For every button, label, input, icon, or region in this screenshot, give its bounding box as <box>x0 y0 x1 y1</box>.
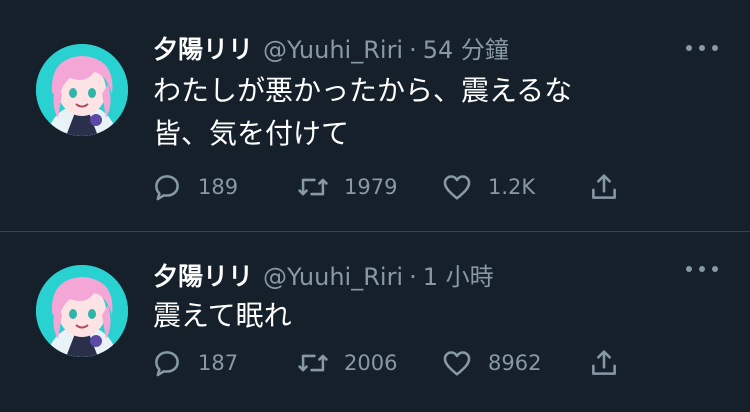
reply-count: 187 <box>198 351 239 375</box>
reply-icon <box>155 351 179 377</box>
avatar[interactable] <box>36 265 128 357</box>
like-button[interactable]: 8962 <box>440 343 541 383</box>
separator: · <box>409 36 417 64</box>
tweet-text-line: 震えて眠れ <box>153 299 292 332</box>
share-button[interactable] <box>587 167 621 207</box>
action-bar: 189 1979 1.2K <box>150 167 630 207</box>
more-icon[interactable] <box>686 41 718 55</box>
share-icon <box>592 350 616 375</box>
like-button[interactable]: 1.2K <box>440 167 535 207</box>
tweet-text: わたしが悪かったから、震えるな 皆、気を付けて <box>153 69 713 155</box>
tweet-text-line: 皆、気を付けて <box>153 117 350 150</box>
tweet-text: 震えて眠れ <box>153 294 713 337</box>
action-bar: 187 2006 8962 <box>150 343 630 383</box>
retweet-button[interactable]: 1979 <box>296 167 397 207</box>
display-name[interactable]: 夕陽リリ <box>153 257 253 293</box>
separator: · <box>409 263 417 291</box>
tweet-header: 夕陽リリ @Yuuhi_Riri · 1 小時 <box>153 257 494 291</box>
reply-icon <box>155 175 179 201</box>
display-name[interactable]: 夕陽リリ <box>153 30 253 66</box>
retweet-count: 2006 <box>344 351 398 375</box>
tweet[interactable]: 夕陽リリ @Yuuhi_Riri · 1 小時 震えて眠れ 187 2006 8… <box>0 232 750 412</box>
share-button[interactable] <box>587 343 621 383</box>
user-handle[interactable]: @Yuuhi_Riri <box>263 36 403 64</box>
timestamp[interactable]: 1 小時 <box>423 257 494 292</box>
tweet-header: 夕陽リリ @Yuuhi_Riri · 54 分鐘 <box>153 30 509 64</box>
avatar-illustration <box>36 44 128 136</box>
reply-count: 189 <box>198 175 239 199</box>
reply-button[interactable]: 187 <box>150 343 238 383</box>
timeline: 夕陽リリ @Yuuhi_Riri · 54 分鐘 わたしが悪かったから、震えるな… <box>0 0 750 412</box>
avatar[interactable] <box>36 44 128 136</box>
tweet[interactable]: 夕陽リリ @Yuuhi_Riri · 54 分鐘 わたしが悪かったから、震えるな… <box>0 0 750 231</box>
timestamp[interactable]: 54 分鐘 <box>423 30 509 65</box>
retweet-button[interactable]: 2006 <box>296 343 397 383</box>
share-icon <box>592 174 616 199</box>
retweet-icon <box>298 354 328 372</box>
reply-button[interactable]: 189 <box>150 167 238 207</box>
retweet-count: 1979 <box>344 175 398 199</box>
avatar-illustration <box>36 265 128 357</box>
like-count: 8962 <box>488 351 542 375</box>
user-handle[interactable]: @Yuuhi_Riri <box>263 263 403 291</box>
heart-icon <box>443 175 471 200</box>
like-count: 1.2K <box>488 175 536 199</box>
heart-icon <box>443 351 471 376</box>
more-icon[interactable] <box>686 262 718 276</box>
tweet-text-line: わたしが悪かったから、震えるな <box>153 74 573 107</box>
retweet-icon <box>298 178 328 196</box>
